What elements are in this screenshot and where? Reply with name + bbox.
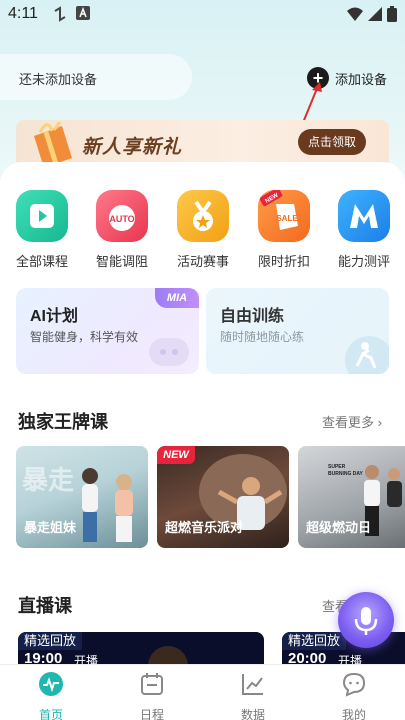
claim-button[interactable]: 点击领取 [298, 129, 366, 155]
chat-face-icon [342, 672, 366, 697]
chevron-right-icon: › [377, 415, 382, 430]
bottom-navigation: 首页 日程 数据 我的 [0, 664, 405, 720]
nav-label: 首页 [38, 708, 63, 720]
status-bar: 4:11 [0, 0, 405, 30]
category-label: 活动赛事 [176, 254, 229, 269]
device-status-text: 还未添加设备 [19, 72, 98, 87]
category-smart-resistance[interactable]: AUTO 智能调阻 [94, 190, 150, 270]
play-icon [16, 190, 68, 242]
banner-title: 新人享新礼 [82, 137, 183, 158]
ai-plan-title: AI计划 [30, 308, 79, 325]
course-label: 超级燃动日 [306, 520, 372, 535]
category-assessment[interactable]: 能力测评 [336, 190, 392, 270]
voice-assistant-button[interactable] [338, 592, 394, 648]
ai-plan-subtitle: 智能健身，科学有效 [30, 330, 139, 344]
a-badge-icon [76, 6, 90, 20]
signal-icon [368, 7, 382, 21]
nav-schedule[interactable]: 日程 [122, 671, 182, 720]
heartbeat-icon [39, 672, 63, 696]
nav-label: 数据 [240, 708, 265, 720]
see-more-label: 查看更多 [322, 415, 375, 430]
course-card-music-party[interactable]: NEW 超燃音乐派对 [157, 446, 289, 548]
live-tag: 精选回放 [18, 632, 83, 650]
auto-icon: AUTO [96, 190, 148, 242]
sync-icon [54, 6, 66, 22]
category-label: 全部课程 [15, 254, 68, 269]
nav-home[interactable]: 首页 [21, 671, 81, 720]
category-label: 智能调阻 [95, 254, 148, 269]
live-section-title: 直播课 [18, 596, 72, 616]
medal-icon [177, 190, 229, 242]
category-all-courses[interactable]: 全部课程 [14, 190, 70, 270]
category-label: 限时折扣 [257, 254, 310, 269]
sale-icon: SALE NEW [258, 190, 310, 242]
category-events[interactable]: 活动赛事 [175, 190, 231, 270]
status-time: 4:11 [8, 5, 38, 22]
runner-icon [345, 336, 389, 374]
category-discount[interactable]: SALE NEW 限时折扣 [256, 190, 312, 270]
course-label: 超燃音乐派对 [165, 520, 244, 535]
new-badge: NEW [157, 446, 195, 464]
course-label: 暴走姐妹 [24, 520, 77, 535]
battery-icon [387, 6, 397, 22]
wifi-icon [347, 7, 363, 21]
calendar-icon [141, 673, 163, 695]
exclusive-section-title: 独家王牌课 [18, 412, 108, 432]
course-thumbnail-people [82, 468, 133, 542]
m-logo-icon [338, 190, 390, 242]
nav-profile[interactable]: 我的 [324, 671, 384, 720]
robot-face-icon [149, 338, 189, 366]
free-training-card[interactable]: 自由训练 随时随地随心练 [206, 288, 389, 374]
svg-text:SALE: SALE [276, 214, 298, 223]
add-device-label: 添加设备 [335, 71, 388, 87]
nav-label: 我的 [341, 708, 366, 720]
mia-badge: MIA [155, 288, 199, 308]
course-overlay-text: 暴走 [22, 465, 75, 495]
free-training-title: 自由训练 [220, 308, 285, 325]
chart-icon [242, 674, 263, 695]
promo-banner[interactable]: 新人享新礼 点击领取 [16, 120, 389, 168]
svg-text:AUTO: AUTO [109, 214, 134, 224]
ai-plan-card[interactable]: MIA AI计划 智能健身，科学有效 [16, 288, 199, 374]
category-label: 能力测评 [337, 254, 390, 269]
microphone-icon [354, 607, 378, 635]
free-training-subtitle: 随时随地随心练 [220, 330, 305, 344]
nav-label: 日程 [139, 708, 164, 720]
live-tag: 精选回放 [282, 632, 347, 650]
device-status-pill[interactable]: 还未添加设备 [0, 54, 192, 100]
exclusive-see-more-link[interactable]: 查看更多 › [322, 412, 382, 431]
course-card-super-burning[interactable]: SUPER BURNING DAY 超级燃动日 [298, 446, 405, 548]
nav-data[interactable]: 数据 [223, 671, 283, 720]
course-card-baozou[interactable]: 暴走 暴走姐妹 [16, 446, 148, 548]
